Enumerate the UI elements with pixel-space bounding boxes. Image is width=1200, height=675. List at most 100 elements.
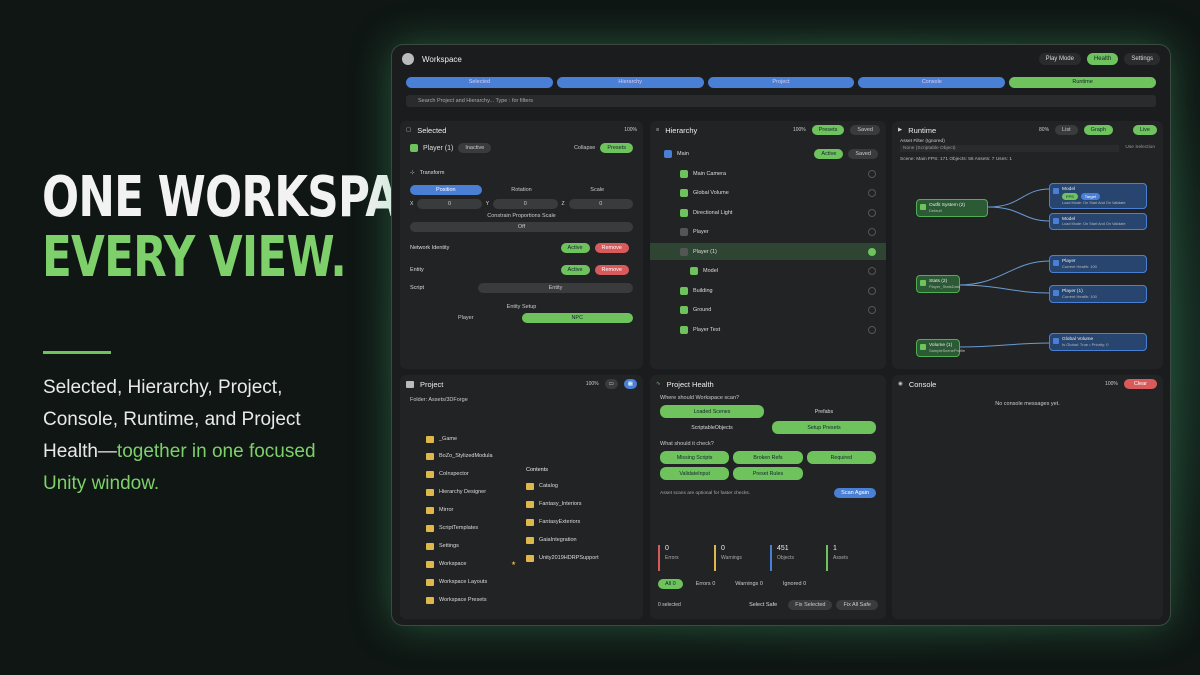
tab-project[interactable]: Project: [707, 77, 855, 88]
visibility-check[interactable]: [868, 169, 876, 178]
list-item[interactable]: Main Camera: [650, 165, 886, 182]
filter-warnings[interactable]: Warnings 0: [728, 579, 770, 589]
play-mode-button[interactable]: Play Mode: [1038, 53, 1081, 65]
tree-item[interactable]: _Game: [426, 431, 516, 447]
list-item[interactable]: Directional Light: [650, 204, 886, 221]
list-item[interactable]: Player: [650, 223, 886, 240]
node-model-1[interactable]: Model FPS Target Load Mode: On Start And On…: [1049, 183, 1147, 209]
content-item[interactable]: FantasyExteriors: [526, 513, 636, 531]
network-identity-row[interactable]: Network Identity Active Remove: [400, 240, 643, 256]
check-broken-refs[interactable]: Broken Refs: [733, 451, 803, 464]
visibility-check[interactable]: [868, 325, 876, 334]
content-item[interactable]: Catalog: [526, 477, 636, 495]
node-outfit-system[interactable]: Outfit System (2) Default: [916, 199, 988, 217]
select-safe-button[interactable]: Select Safe: [742, 600, 784, 610]
collapse-label[interactable]: Collapse: [574, 145, 595, 151]
visibility-check[interactable]: [868, 247, 876, 256]
scan-scriptable-objects[interactable]: ScriptableObjects: [660, 421, 764, 434]
tree-item[interactable]: CoInspector: [426, 465, 516, 483]
visibility-check[interactable]: [868, 266, 876, 275]
setup-npc[interactable]: NPC: [521, 313, 633, 323]
tree-item[interactable]: Workspace Presets: [426, 591, 516, 609]
network-remove-button[interactable]: Remove: [594, 243, 629, 253]
list-item[interactable]: Building: [650, 282, 886, 299]
visibility-check[interactable]: [868, 305, 876, 314]
check-required[interactable]: Required: [806, 451, 876, 464]
x-field[interactable]: 0: [417, 199, 482, 209]
entity-active-button[interactable]: Active: [560, 265, 590, 275]
presets-button[interactable]: Presets: [600, 143, 633, 153]
visibility-check[interactable]: [868, 286, 876, 295]
grid-toggle-icon[interactable]: ▦: [623, 379, 637, 389]
scan-loaded-scenes[interactable]: Loaded Scenes: [660, 405, 764, 418]
tab-console[interactable]: Console: [858, 77, 1006, 88]
filter-ignored[interactable]: Ignored 0: [776, 579, 813, 589]
seg-position[interactable]: Position: [410, 185, 482, 195]
settings-button[interactable]: Settings: [1124, 53, 1160, 65]
node-stats[interactable]: Stats (2) Player_StatsData: [916, 275, 960, 293]
node-title: Model: [1062, 187, 1076, 192]
list-item[interactable]: Model: [650, 262, 886, 279]
check-validate-input[interactable]: ValidateInput: [660, 467, 730, 480]
node-volume[interactable]: Volume (1) SampleSceneProfile: [916, 339, 965, 357]
check-missing-scripts[interactable]: Missing Scripts: [660, 451, 730, 464]
filter-all[interactable]: All 0: [658, 579, 683, 589]
node-model-2[interactable]: Model Load Mode: On Start And On Validate: [1049, 213, 1147, 230]
node-player[interactable]: Player Current Health: 100: [1049, 255, 1147, 273]
scan-again-button[interactable]: Scan Again: [834, 488, 876, 498]
tab-selected[interactable]: Selected: [406, 77, 553, 88]
seg-rotation[interactable]: Rotation: [486, 185, 558, 195]
tree-item[interactable]: Hierarchy Designer: [426, 483, 516, 501]
list-toggle-icon[interactable]: ▭: [604, 379, 618, 389]
tree-item[interactable]: BoZo_StylizedModula: [426, 447, 516, 465]
visibility-check[interactable]: [868, 227, 876, 236]
fix-all-safe-button[interactable]: Fix All Safe: [836, 600, 878, 610]
search-input[interactable]: Search Project and Hierarchy... Type : f…: [406, 95, 1156, 107]
list-item[interactable]: Ground: [650, 301, 886, 318]
node-player-1[interactable]: Player (1) Current Health: 100: [1049, 285, 1147, 303]
gameobject-icon: [680, 325, 688, 334]
list-item[interactable]: Player Test: [650, 321, 886, 338]
z-field[interactable]: 0: [568, 199, 634, 209]
content-item[interactable]: Unity2019HDRPSupport: [526, 549, 636, 567]
network-identity-label: Network Identity: [410, 245, 450, 251]
scene-root[interactable]: Main Active Saved: [650, 145, 886, 162]
health-button[interactable]: Health: [1086, 53, 1119, 65]
node-global-volume[interactable]: Global Volume Is Global: True • Priority:…: [1049, 333, 1147, 351]
hierarchy-presets-button[interactable]: Presets: [811, 125, 845, 135]
constrain-toggle[interactable]: Off: [410, 222, 633, 232]
setup-player[interactable]: Player: [410, 313, 522, 323]
seg-scale[interactable]: Scale: [561, 185, 633, 195]
entity-row[interactable]: Entity Active Remove: [400, 262, 643, 278]
content-item[interactable]: Fantasy_Interiors: [526, 495, 636, 513]
scene-active-button[interactable]: Active: [814, 148, 844, 159]
list-item-selected[interactable]: Player (1): [650, 243, 886, 260]
target-button[interactable]: Target: [1080, 193, 1100, 200]
list-item[interactable]: Global Volume: [650, 184, 886, 201]
tree-item[interactable]: Mirror: [426, 501, 516, 519]
visibility-check[interactable]: [868, 188, 876, 197]
filter-errors[interactable]: Errors 0: [689, 579, 723, 589]
tree-item[interactable]: ScriptTemplates: [426, 519, 516, 537]
tab-runtime[interactable]: Runtime: [1009, 77, 1156, 88]
transform-icon: ⊹: [410, 170, 415, 176]
scan-prefabs[interactable]: Prefabs: [772, 405, 876, 418]
transform-header[interactable]: ⊹ Transform: [400, 165, 643, 181]
script-field[interactable]: Entity: [478, 283, 633, 293]
fix-selected-button[interactable]: Fix Selected: [788, 600, 833, 610]
network-active-button[interactable]: Active: [560, 243, 590, 253]
clear-button[interactable]: Clear: [1123, 379, 1157, 389]
tab-hierarchy[interactable]: Hierarchy: [556, 77, 704, 88]
content-item[interactable]: GaiaIntegration: [526, 531, 636, 549]
title-bar: Workspace Play Mode Health Settings: [392, 45, 1170, 73]
check-preset-rules[interactable]: Preset Rules: [733, 467, 803, 480]
tree-item[interactable]: Settings: [426, 537, 516, 555]
tree-item[interactable]: Workspace ★: [426, 555, 516, 573]
item-label: Player: [693, 228, 709, 235]
tree-item[interactable]: Workspace Layouts: [426, 573, 516, 591]
y-field[interactable]: 0: [493, 199, 558, 209]
visibility-check[interactable]: [868, 208, 876, 217]
entity-remove-button[interactable]: Remove: [594, 265, 629, 275]
star-icon[interactable]: ★: [511, 561, 516, 567]
scan-setup-presets[interactable]: Setup Presets: [772, 421, 876, 434]
